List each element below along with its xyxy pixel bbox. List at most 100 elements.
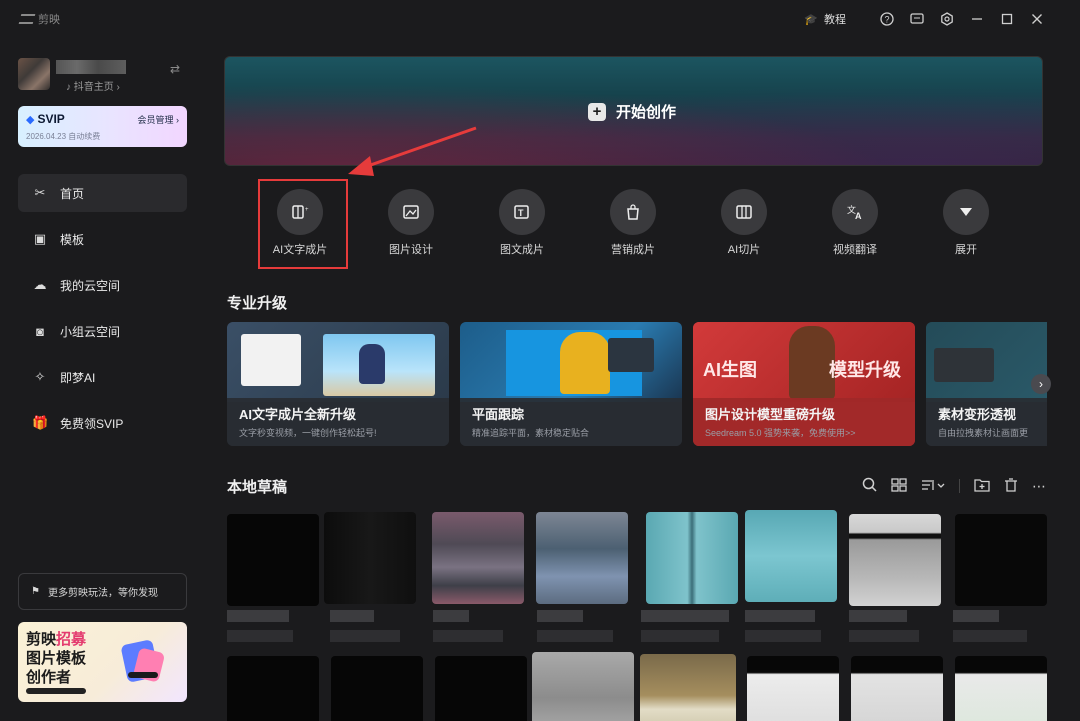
draft-thumbnail[interactable]: [851, 656, 943, 721]
translate-icon: 文A: [832, 189, 878, 235]
sidebar-item-label: 免费领SVIP: [60, 416, 124, 431]
draft-thumbnail[interactable]: [435, 656, 527, 721]
sidebar: ♪ 抖音主页 › ⇄ ◆ SVIP 2026.04.23 自动续费 会员管理 ›…: [0, 36, 205, 721]
tool-label: 图文成片: [500, 244, 544, 256]
capcut-logo-icon: [18, 14, 36, 24]
draft-thumbnail[interactable]: [849, 514, 941, 606]
profile[interactable]: ♪ 抖音主页 › ⇄: [18, 58, 188, 93]
switch-account-icon[interactable]: ⇄: [170, 62, 180, 76]
username-blurred: [56, 60, 126, 74]
more-features-banner[interactable]: ⚑ 更多剪映玩法，等你发现: [18, 573, 187, 610]
draft-thumbnail[interactable]: [227, 656, 319, 721]
douyin-homepage-link[interactable]: ♪ 抖音主页 ›: [66, 78, 120, 93]
card-title: 图片设计模型重磅升级: [705, 407, 836, 422]
card-title: 素材变形透视: [938, 407, 1017, 422]
grid-view-icon[interactable]: [891, 477, 907, 495]
sidebar-item-label: 我的云空间: [60, 278, 121, 293]
draft-thumbnail[interactable]: [227, 514, 319, 606]
draft-name-blurred: [433, 610, 469, 622]
tool-label: 图片设计: [389, 244, 433, 256]
close-icon[interactable]: [1022, 8, 1052, 30]
card-badge-right: 模型升级: [829, 360, 901, 380]
draft-thumbnail[interactable]: [745, 510, 837, 602]
recruit-title: 剪映招募 图片模板 创作者: [26, 631, 87, 686]
app-title: 剪映: [38, 14, 60, 26]
draft-meta-blurred: [537, 630, 613, 642]
feature-card[interactable]: AI文字成片全新升级 文字秒变视频，一键创作轻松起号!: [227, 322, 449, 446]
svg-text:?: ?: [884, 15, 889, 25]
tool-expand[interactable]: 展开: [921, 188, 1011, 257]
tool-ai-slice[interactable]: AI切片: [699, 188, 789, 257]
sidebar-item-home[interactable]: ✂ 首页: [18, 174, 187, 212]
draft-name-blurred: [227, 610, 289, 622]
avatar[interactable]: [18, 58, 50, 90]
tool-image-design[interactable]: 图片设计: [366, 188, 456, 257]
tiktok-icon: ♪: [66, 82, 71, 93]
search-icon[interactable]: [862, 477, 877, 495]
image-design-icon: [388, 189, 434, 235]
creator-recruit-banner[interactable]: 剪映招募 图片模板 创作者: [18, 622, 187, 702]
nav-list: ✂ 首页 ▣ 模板 ☁ 我的云空间 ◙ 小组云空间 ✧ 即梦AI 🎁 免费领SV…: [18, 174, 187, 450]
membership-manage-link[interactable]: 会员管理 ›: [138, 113, 180, 126]
start-creating-button[interactable]: + 开始创作: [588, 101, 676, 122]
app-logo: 剪映: [18, 11, 60, 27]
flag-icon: ⚑: [31, 586, 40, 597]
sort-icon[interactable]: [921, 478, 945, 495]
feature-card[interactable]: 平面跟踪 精准追踪平面，素材稳定贴合: [460, 322, 682, 446]
draft-name-blurred: [953, 610, 999, 622]
maximize-icon[interactable]: [992, 8, 1022, 30]
draft-thumbnail[interactable]: [432, 512, 524, 604]
card-image: [227, 322, 449, 402]
sidebar-item-free-svip[interactable]: 🎁 免费领SVIP: [18, 404, 187, 442]
draft-thumbnail[interactable]: [955, 656, 1047, 721]
draft-thumbnail[interactable]: [331, 656, 423, 721]
sidebar-item-label: 模板: [60, 232, 85, 247]
draft-thumbnail[interactable]: [747, 656, 839, 721]
svg-text:A: A: [855, 211, 862, 221]
star-icon: ✧: [34, 369, 46, 384]
tutorial-button[interactable]: 🎓 教程: [804, 11, 846, 27]
draft-thumbnail[interactable]: [646, 512, 738, 604]
carousel-next-button[interactable]: ›: [1031, 374, 1051, 394]
draft-meta-blurred: [227, 630, 293, 642]
sidebar-item-jimeng-ai[interactable]: ✧ 即梦AI: [18, 358, 187, 396]
new-folder-icon[interactable]: [974, 478, 990, 495]
sidebar-item-templates[interactable]: ▣ 模板: [18, 220, 187, 258]
trash-icon[interactable]: [1004, 477, 1018, 495]
draft-thumbnail[interactable]: [955, 514, 1047, 606]
marketing-icon: [610, 189, 656, 235]
sidebar-item-label: 首页: [60, 186, 85, 201]
draft-meta-blurred: [330, 630, 400, 642]
toolbar-divider: [959, 479, 960, 493]
minimize-icon[interactable]: [962, 8, 992, 30]
draft-name-blurred: [537, 610, 583, 622]
tool-marketing-video[interactable]: 营销成片: [588, 188, 678, 257]
card-image: AI生图 模型升级: [693, 322, 915, 402]
sidebar-item-label: 小组云空间: [60, 324, 121, 339]
feature-card[interactable]: AI生图 模型升级 图片设计模型重磅升级 Seedream 5.0 强势来袭，免…: [693, 322, 915, 446]
draft-thumbnail[interactable]: [324, 512, 416, 604]
draft-thumbnail[interactable]: [640, 654, 736, 721]
draft-thumbnail[interactable]: [532, 652, 634, 721]
help-icon[interactable]: ?: [872, 8, 902, 30]
title-bar: 剪映 🎓 教程 ?: [0, 0, 1080, 36]
svip-card[interactable]: ◆ SVIP 2026.04.23 自动续费 会员管理 ›: [18, 106, 187, 147]
sidebar-item-group-cloud[interactable]: ◙ 小组云空间: [18, 312, 187, 350]
tool-label: 视频翻译: [833, 244, 877, 256]
draft-meta-blurred: [953, 630, 1027, 642]
more-icon[interactable]: ⋯: [1032, 478, 1046, 495]
start-creating-label: 开始创作: [616, 104, 677, 121]
card-subtitle: 文字秒变视频，一键创作轻松起号!: [239, 428, 377, 438]
tool-video-translate[interactable]: 文A 视频翻译: [810, 188, 900, 257]
feature-card[interactable]: 素材变形透视 自由拉拽素材让画面更: [926, 322, 1047, 446]
tool-label: 展开: [955, 244, 977, 256]
settings-icon[interactable]: [932, 8, 962, 30]
draft-thumbnail[interactable]: [536, 512, 628, 604]
tool-label: AI切片: [727, 244, 761, 256]
feedback-icon[interactable]: [902, 8, 932, 30]
draft-meta-blurred: [849, 630, 919, 642]
tool-label: 营销成片: [611, 244, 655, 256]
sidebar-item-my-cloud[interactable]: ☁ 我的云空间: [18, 266, 187, 304]
tool-text-image-video[interactable]: T 图文成片: [477, 188, 567, 257]
tutorial-label: 教程: [824, 14, 846, 26]
